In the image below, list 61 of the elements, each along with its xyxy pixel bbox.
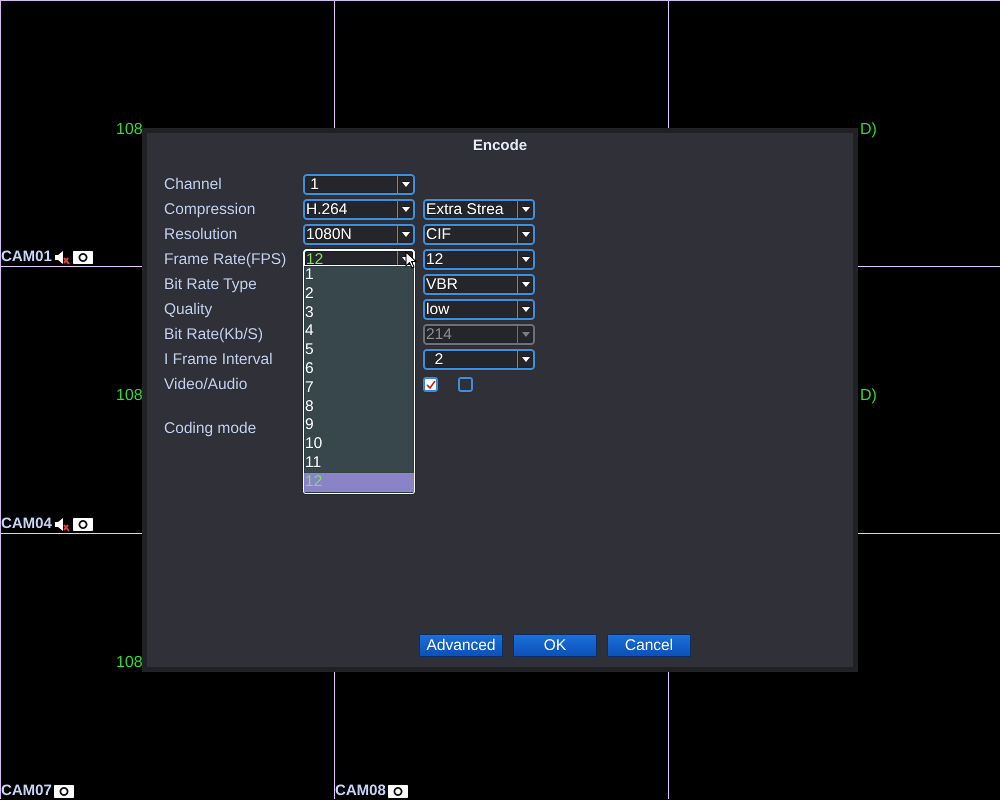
dropdown-option[interactable]: 6 [304,360,414,379]
field-label: Channel [164,174,223,195]
field-label: Video/Audio [164,374,248,395]
muted-speaker-icon [54,250,71,264]
field-label: Compression [164,200,256,220]
resolution-label: 108 [116,654,143,672]
checkmark-icon [426,380,436,389]
select-field[interactable]: CIF [423,224,535,245]
field-label: Bit Rate Type [164,274,258,295]
resolution-label: 108 [116,121,143,139]
select-field[interactable]: 12 [423,249,535,270]
record-icon [72,250,93,264]
dropdown-option[interactable]: 7 [304,378,414,398]
dropdown-option[interactable]: 2 [304,284,414,304]
dropdown-option[interactable]: 5 [304,341,414,360]
dropdown-arrow-icon [522,357,530,362]
muted-speaker-icon [54,516,71,532]
select-field[interactable]: 1080N [303,224,415,245]
record-icon [54,784,74,798]
camera-name: CAM01 [1,249,52,265]
dropdown-option[interactable]: 9 [304,416,414,436]
dropdown-arrow-icon [522,232,530,237]
select-field[interactable]: 1 [303,174,415,195]
camera-name: CAM07 [1,783,52,799]
checkbox[interactable] [423,377,438,392]
select-field[interactable]: Extra Strea [423,199,535,220]
dropdown-option[interactable]: 4 [304,322,414,342]
field-label: Bit Rate(Kb/S) [164,324,264,345]
dropdown-option[interactable]: 10 [304,435,414,454]
dropdown-arrow-icon [522,207,530,212]
dialog-button[interactable]: Advanced [419,634,503,657]
dialog-button[interactable]: OK [513,634,597,657]
select-field[interactable]: H.264 [303,199,415,220]
dropdown-arrow-icon [522,332,530,337]
select-field[interactable]: 2 [423,349,535,370]
dialog-button[interactable]: Cancel [607,634,691,657]
checkbox[interactable] [458,377,473,392]
dropdown-option[interactable]: 3 [304,304,414,322]
resolution-label: 108 [116,387,143,405]
camera-name: CAM08 [335,783,386,799]
field-label: Quality [164,300,214,320]
field-label: Frame Rate(FPS) [164,250,288,270]
resolution-label: D) [860,121,877,139]
dropdown-arrow-icon [402,207,410,212]
field-label: I Frame Interval [164,350,274,370]
record-icon [388,784,408,798]
dropdown-arrow-icon [402,232,410,237]
field-label: Coding mode [164,418,258,439]
dropdown-option[interactable]: 8 [304,398,414,416]
camera-name: CAM04 [1,516,52,532]
dropdown-arrow-icon [522,257,530,262]
record-icon [72,518,93,530]
resolution-label: D) [860,387,877,405]
select-field[interactable]: VBR [423,274,535,295]
dialog-title: Encode [472,136,528,156]
dropdown-arrow-icon [522,282,530,287]
dropdown-arrow-icon [402,182,410,187]
dropdown-arrow-icon [522,307,530,312]
dropdown-option[interactable]: 11 [304,454,414,473]
field-label: Resolution [164,224,238,245]
select-field[interactable]: low [423,299,535,320]
